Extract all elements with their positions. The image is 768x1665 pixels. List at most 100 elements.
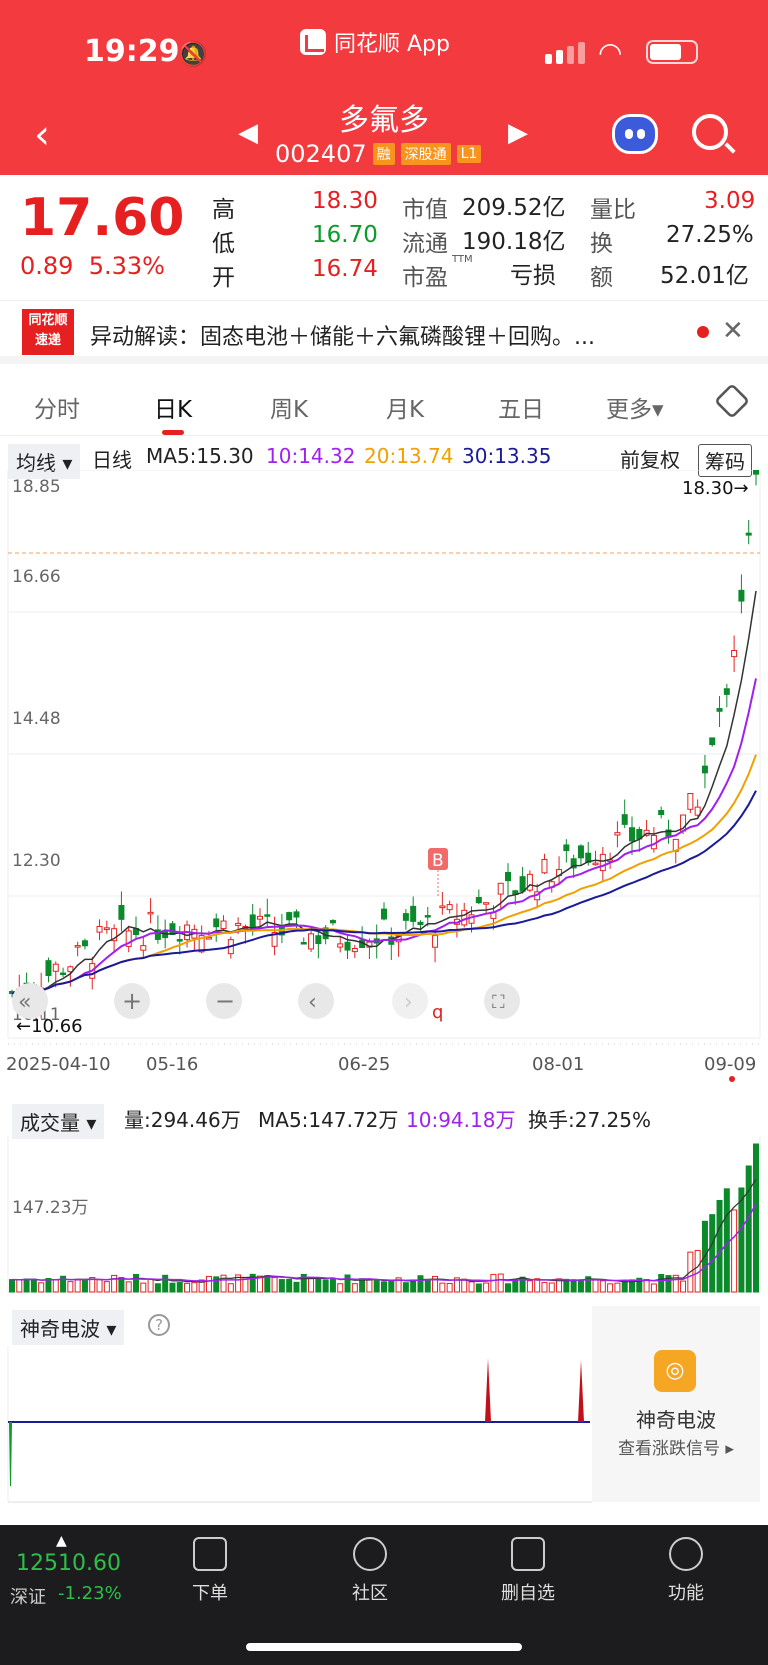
candle-body (483, 902, 490, 905)
double-left-icon: « (18, 990, 31, 1015)
volume-bar (271, 1276, 278, 1293)
candle-body (74, 945, 81, 948)
high-label: 高 (212, 197, 235, 223)
wave-select[interactable]: 神奇电波 ▾ (12, 1310, 125, 1345)
index-expand-icon[interactable]: ▲ (56, 1533, 67, 1549)
min-price-note: ←10.66 (16, 1016, 83, 1037)
tab-daily[interactable]: 日K (154, 390, 192, 424)
active-tab-indicator (162, 430, 184, 435)
candle-body (381, 908, 387, 920)
volume-bar (191, 1282, 198, 1293)
ma20-line (11, 754, 757, 995)
search-icon[interactable] (692, 114, 728, 150)
volume-bar (52, 1279, 59, 1293)
volume-bar (410, 1280, 417, 1293)
volume-bar (723, 1188, 730, 1293)
chart-controls: « + − ‹ › ⛶ (12, 983, 520, 1019)
tab-five-day[interactable]: 五日 (498, 390, 544, 424)
silent-bell-icon: 🔕 (178, 40, 208, 68)
candle-body (541, 858, 548, 874)
pe-value: 亏损 (510, 263, 556, 289)
news-banner[interactable]: 同花顺 速递 异动解读：固态电池＋储能＋六氟磷酸锂＋回购。... (0, 300, 768, 364)
unread-dot (697, 326, 709, 338)
volume-bar (505, 1283, 511, 1293)
tag-connect: 深股通 (400, 143, 451, 165)
change-value: 0.89 (20, 252, 74, 280)
adjust-label[interactable]: 前复权 (620, 444, 680, 473)
tab-minute[interactable]: 分时 (34, 390, 80, 424)
y-label-2: 16.66 (12, 567, 61, 587)
volume-bar (140, 1282, 147, 1293)
date-label-4: 08-01 (532, 1054, 584, 1075)
candle-body (169, 923, 176, 935)
volume-bar (497, 1273, 504, 1293)
current-price: 17.60 (20, 188, 185, 248)
nav-remove-watchlist[interactable]: 删自选 (478, 1537, 578, 1605)
volume-bar (308, 1276, 315, 1293)
star-badge-icon (353, 1537, 387, 1571)
nav-community[interactable]: 社区 (320, 1537, 420, 1605)
news-logo-top: 同花顺 (28, 313, 68, 328)
volume-bar (351, 1283, 358, 1293)
wave-chart (7, 1346, 592, 1503)
help-icon[interactable]: ? (148, 1314, 170, 1336)
tab-weekly[interactable]: 周K (270, 390, 308, 424)
pe-label: 市盈 (402, 265, 448, 291)
volume-bar (169, 1282, 176, 1293)
volume-select[interactable]: 成交量 ▾ (12, 1104, 105, 1139)
price-change: 0.89 5.33% (20, 252, 165, 280)
next-stock-icon[interactable]: ▶ (508, 118, 528, 148)
volume-bar (548, 1282, 555, 1293)
ma30-value: 30:13.35 (462, 444, 552, 468)
volume-bar (468, 1281, 475, 1293)
wave-down-spike (9, 1422, 12, 1486)
candle-body (614, 832, 621, 836)
prev-stock-icon[interactable]: ◀ (238, 118, 258, 148)
app-label[interactable]: 同花顺 App (300, 26, 450, 58)
wave-promo[interactable]: ◎ 神奇电波 查看涨跌信号 ▸ (592, 1306, 760, 1502)
volume-bar (81, 1278, 88, 1293)
volume-bar (483, 1282, 490, 1293)
candle-body (213, 918, 220, 928)
turnover-value: 27.25% (666, 222, 754, 248)
close-icon[interactable]: ✕ (722, 316, 744, 346)
tag-level: L1 (456, 145, 482, 163)
volume-bar (614, 1282, 621, 1293)
minus-icon: − (215, 987, 235, 1015)
robot-assistant-icon[interactable] (612, 114, 658, 154)
volume-bar (680, 1280, 687, 1293)
buy-signal-label: B (432, 851, 444, 871)
nav-functions[interactable]: 功能 (636, 1537, 736, 1605)
index-value[interactable]: 12510.60 (16, 1551, 121, 1576)
tab-more[interactable]: 更多▾ (606, 390, 664, 424)
candle-body (461, 909, 468, 926)
volume-bar (475, 1283, 482, 1293)
volume-bar (366, 1278, 373, 1293)
volume-bar (563, 1278, 570, 1293)
ma20-value: 20:13.74 (364, 444, 454, 468)
candle-body (753, 470, 759, 475)
nav-order-label: 下单 (192, 1583, 228, 1604)
app-icon (300, 29, 326, 55)
volume-ratio-value: 3.09 (704, 188, 756, 214)
nav-order[interactable]: 下单 (160, 1537, 260, 1605)
ma10-value: 10:14.32 (266, 444, 356, 468)
period-tabs: 分时 日K 周K 月K 五日 更多▾ (0, 380, 768, 436)
candle-body (519, 876, 526, 892)
candle-body (424, 915, 431, 918)
candle-body (439, 905, 446, 909)
nav-community-label: 社区 (352, 1583, 388, 1604)
kline-chart[interactable]: 18.85 16.66 14.48 12.30 10.11 18.30→ ←10… (0, 470, 768, 1090)
tab-monthly[interactable]: 月K (386, 390, 424, 424)
volume-bar (731, 1209, 738, 1293)
candle-body (417, 921, 424, 926)
open-value: 16.74 (312, 256, 378, 282)
volume-bar (74, 1279, 81, 1293)
candle-body (432, 935, 439, 948)
volume-bar (103, 1281, 110, 1293)
candle-body (738, 589, 745, 602)
volume-ma5: MA5:147.72万 (258, 1108, 399, 1132)
volume-bar (534, 1278, 541, 1293)
stock-code: 002407 (275, 140, 367, 168)
candle-body (621, 814, 628, 825)
